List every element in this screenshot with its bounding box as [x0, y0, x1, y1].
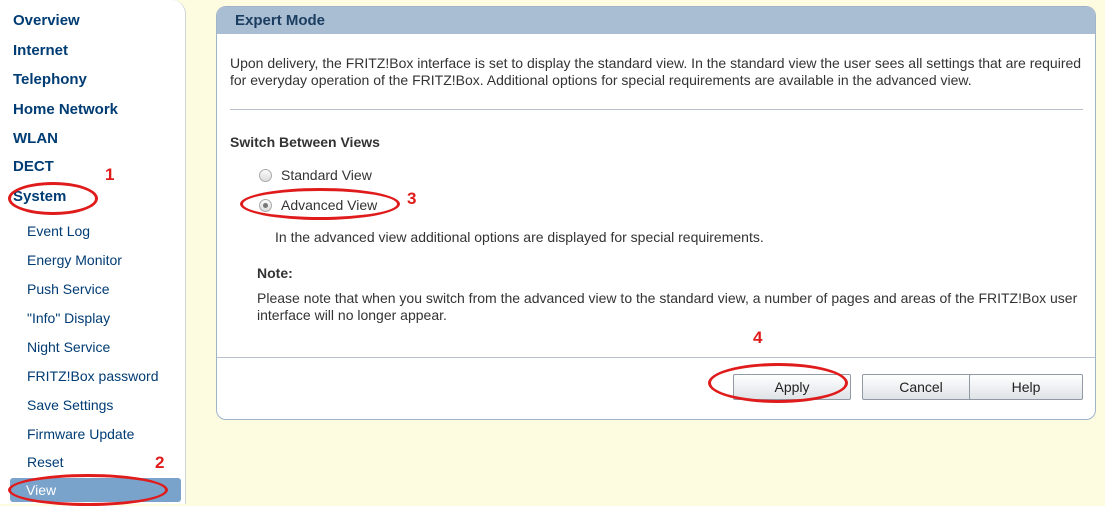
panel-title: Expert Mode: [217, 7, 1095, 34]
apply-button[interactable]: Apply: [733, 374, 851, 400]
radio-button-icon[interactable]: [259, 168, 272, 182]
radio-standard-view[interactable]: Standard View: [259, 167, 372, 183]
nav-system[interactable]: System: [13, 188, 66, 206]
nav-energy-monitor[interactable]: Energy Monitor: [27, 251, 122, 269]
nav-push-service[interactable]: Push Service: [27, 280, 109, 298]
nav-wlan[interactable]: WLAN: [13, 130, 58, 148]
annotation-number-3: 3: [407, 189, 417, 208]
nav-event-log[interactable]: Event Log: [27, 222, 90, 240]
nav-save-settings[interactable]: Save Settings: [27, 396, 113, 414]
nav-home-network[interactable]: Home Network: [13, 101, 118, 119]
radio-advanced-view[interactable]: Advanced View: [259, 197, 377, 213]
radio-standard-view-label: Standard View: [281, 167, 372, 183]
nav-telephony[interactable]: Telephony: [13, 71, 87, 89]
note-title: Note:: [257, 265, 293, 281]
sidebar: Overview Internet Telephony Home Network…: [0, 0, 186, 504]
nav-firmware-update[interactable]: Firmware Update: [27, 425, 134, 443]
nav-fritzbox-password[interactable]: FRITZ!Box password: [27, 367, 158, 385]
cancel-button[interactable]: Cancel: [862, 374, 980, 400]
section-title: Switch Between Views: [230, 134, 380, 150]
radio-advanced-view-label: Advanced View: [281, 197, 378, 213]
nav-overview[interactable]: Overview: [13, 12, 80, 30]
advanced-view-description: In the advanced view additional options …: [275, 229, 764, 245]
panel-description: Upon delivery, the FRITZ!Box interface i…: [230, 55, 1082, 88]
radio-button-selected-icon[interactable]: [259, 198, 272, 212]
divider: [230, 109, 1083, 110]
annotation-number-2: 2: [155, 453, 165, 472]
nav-info-display[interactable]: "Info" Display: [27, 309, 110, 327]
help-button[interactable]: Help: [969, 374, 1083, 400]
nav-reset[interactable]: Reset: [27, 453, 64, 471]
annotation-number-1: 1: [105, 165, 115, 184]
expert-mode-panel: Expert Mode Upon delivery, the FRITZ!Box…: [216, 6, 1096, 420]
nav-dect[interactable]: DECT: [13, 158, 54, 176]
nav-internet[interactable]: Internet: [13, 42, 68, 60]
nav-night-service[interactable]: Night Service: [27, 338, 110, 356]
footer-divider: [217, 357, 1095, 358]
nav-view[interactable]: View: [10, 478, 181, 502]
note-text: Please note that when you switch from th…: [257, 290, 1078, 323]
annotation-number-4: 4: [753, 328, 763, 347]
